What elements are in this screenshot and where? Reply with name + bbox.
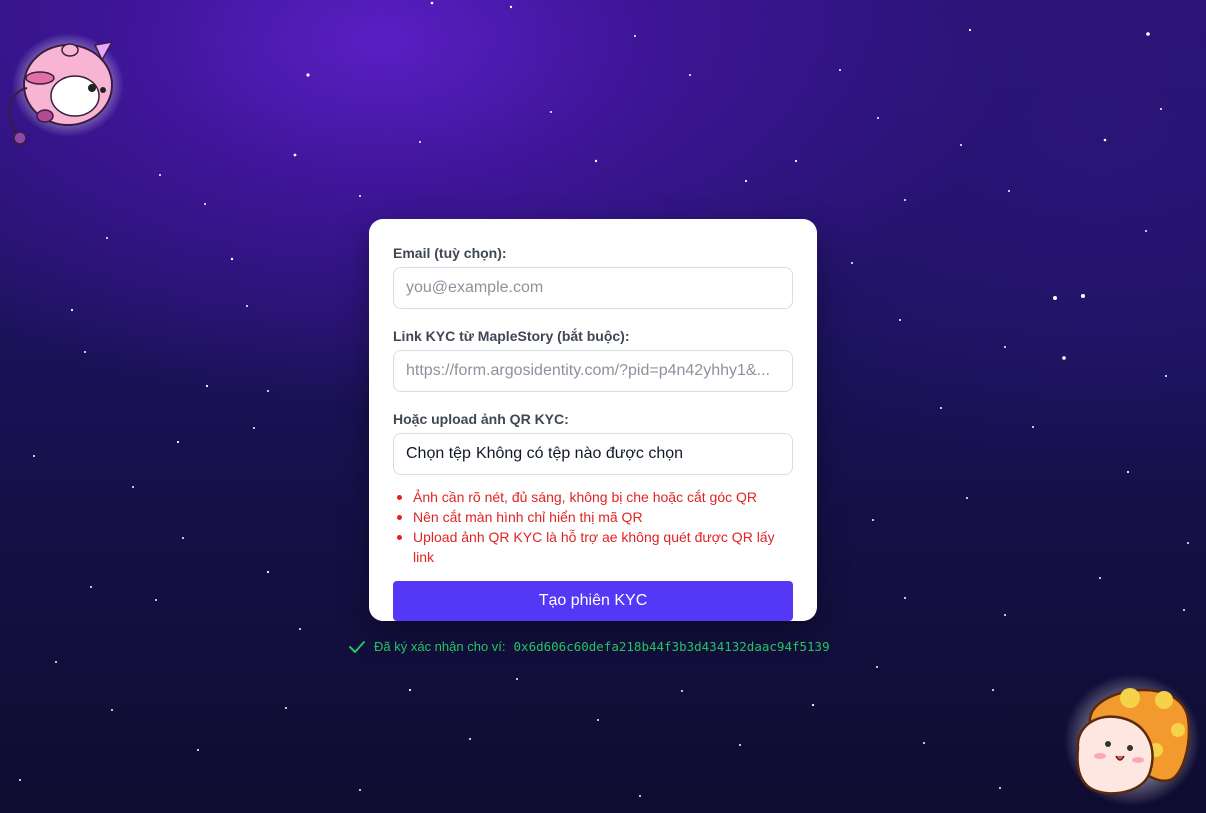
tip-text: Upload ảnh QR KYC là hỗ trợ ae không qué… (413, 529, 775, 565)
wallet-confirmation: Đã ký xác nhận cho ví: 0x6d606c60defa218… (348, 639, 830, 654)
kyc-form-card: Email (tuỳ chọn): Link KYC từ MapleStory… (369, 219, 817, 621)
tip-text: Ảnh cần rõ nét, đủ sáng, không bị che ho… (413, 489, 757, 505)
email-input[interactable] (393, 267, 793, 309)
choose-file-button[interactable]: Chọn tệp (406, 445, 471, 463)
wallet-address: 0x6d606c60defa218b44f3b3d434132daac94f51… (513, 639, 830, 654)
upload-qr-label: Hoặc upload ảnh QR KYC: (393, 411, 569, 427)
confirmation-text: Đã ký xác nhận cho ví: (374, 639, 506, 654)
bullet-dot (397, 515, 402, 520)
tip-text: Nên cắt màn hình chỉ hiển thị mã QR (413, 509, 643, 525)
kyc-link-label: Link KYC từ MapleStory (bắt buộc): (393, 328, 630, 344)
file-status-text: Không có tệp nào được chọn (475, 445, 684, 462)
bullet-dot (397, 535, 402, 540)
bullet-dot (397, 495, 402, 500)
qr-file-input[interactable]: Chọn tệp Không có tệp nào được chọn (393, 433, 793, 475)
pink-pig-mascot-image (8, 33, 124, 149)
orange-mushroom-mascot-image (1064, 674, 1200, 806)
list-item: Upload ảnh QR KYC là hỗ trợ ae không qué… (393, 527, 793, 567)
create-kyc-session-button[interactable]: Tạo phiên KYC (393, 581, 793, 621)
kyc-link-input[interactable] (393, 350, 793, 392)
list-item: Ảnh cần rõ nét, đủ sáng, không bị che ho… (393, 487, 793, 507)
check-icon (349, 640, 365, 653)
list-item: Nên cắt màn hình chỉ hiển thị mã QR (393, 507, 793, 527)
upload-tips-list: Ảnh cần rõ nét, đủ sáng, không bị che ho… (393, 487, 793, 567)
email-label: Email (tuỳ chọn): (393, 245, 507, 261)
